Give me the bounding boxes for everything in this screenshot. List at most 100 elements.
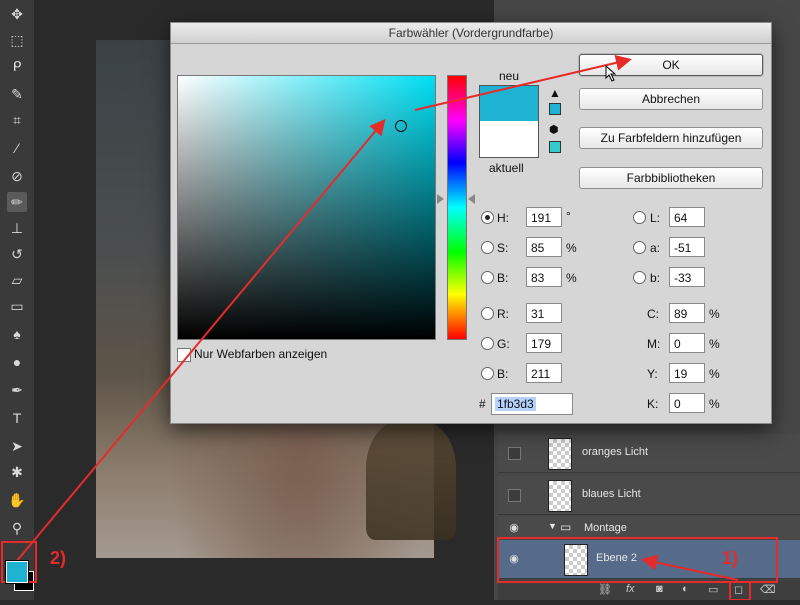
quick-selection-tool-icon[interactable]: ✎ [7,84,27,104]
gradient-tool-icon[interactable]: ▭ [7,296,27,316]
layer-row-oranges-licht[interactable]: oranges Licht [498,434,800,473]
blue-input[interactable]: 211 [526,363,562,383]
red-label: R: [497,307,509,321]
blur-tool-icon[interactable]: ♠ [7,324,27,344]
layer-group-montage[interactable]: ◉ ▼ ▭ Montage [498,517,800,539]
green-radio[interactable] [481,337,494,350]
brightness-input[interactable]: 83 [526,267,562,287]
custom-shape-tool-icon[interactable]: ✱ [7,462,27,482]
add-to-swatches-button[interactable]: Zu Farbfeldern hinzufügen [579,127,763,149]
brush-tool-icon[interactable]: ✏ [7,192,27,212]
eye-icon[interactable]: ◉ [508,553,520,565]
lab-a-radio[interactable] [633,241,646,254]
warning-triangle-icon[interactable]: ▲ [549,87,561,99]
blue-radio[interactable] [481,367,494,380]
layers-bottom-bar: ⛓ fx ◙ ◐ ▭ ◻ ⌫ [498,580,800,600]
path-selection-tool-icon[interactable]: ➤ [7,436,27,456]
layer-visibility-toggle[interactable] [508,447,521,460]
ok-button[interactable]: OK [579,54,763,76]
fx-icon[interactable]: fx [626,583,635,595]
saturation-input[interactable]: 85 [526,237,562,257]
chevron-down-icon[interactable]: ▼ [548,521,557,531]
foreground-color-swatch[interactable] [6,561,28,583]
cyan-input[interactable]: 89 [669,303,705,323]
red-input[interactable]: 31 [526,303,562,323]
group-name: Montage [584,522,627,534]
layer-visibility-toggle[interactable] [508,489,521,502]
healing-brush-tool-icon[interactable]: ⊘ [7,166,27,186]
photo-figure [366,420,456,540]
layer-thumbnail [564,544,588,576]
folder-icon[interactable]: ▭ [708,583,718,596]
crop-tool-icon[interactable]: ⌗ [7,110,27,130]
marquee-tool-icon[interactable]: ⬚ [7,30,27,50]
trash-icon[interactable]: ⌫ [760,583,776,596]
eraser-tool-icon[interactable]: ▱ [7,270,27,290]
hue-slider-right-handle[interactable] [468,194,475,204]
cube-icon[interactable]: ⬢ [549,124,561,136]
lab-l-input[interactable]: 64 [669,207,705,227]
preview-new-color [479,85,539,122]
hue-radio[interactable] [481,211,494,224]
lab-a-input[interactable]: -51 [669,237,705,257]
cancel-button[interactable]: Abbrechen [579,88,763,110]
saturation-label: S: [497,241,509,255]
hue-input[interactable]: 191 [526,207,562,227]
hand-tool-icon[interactable]: ✋ [7,490,27,510]
preview-current-color[interactable] [479,121,539,158]
red-radio[interactable] [481,307,494,320]
websafe-swatch[interactable] [549,141,561,153]
saturation-radio[interactable] [481,241,494,254]
lab-b-radio[interactable] [633,271,646,284]
color-libraries-button[interactable]: Farbbibliotheken [579,167,763,189]
gamut-warning-swatch[interactable] [549,103,561,115]
yellow-unit: % [709,367,720,381]
move-tool-icon[interactable]: ✥ [7,4,27,24]
lab-b-input[interactable]: -33 [669,267,705,287]
pen-tool-icon[interactable]: ✒ [7,380,27,400]
saturation-unit: % [566,241,577,255]
yellow-label: Y: [647,367,658,381]
dialog-title: Farbwähler (Vordergrundfarbe) [171,23,771,44]
magenta-unit: % [709,337,720,351]
hue-slider[interactable] [447,75,467,340]
lab-l-radio[interactable] [633,211,646,224]
cyan-label: C: [647,307,659,321]
stamp-tool-icon[interactable]: ⊥ [7,218,27,238]
lab-a-label: a: [650,241,661,255]
adjustment-icon[interactable]: ◐ [682,583,689,595]
history-brush-tool-icon[interactable]: ↺ [7,244,27,264]
lasso-tool-icon[interactable]: ᑭ [7,56,27,76]
tools-panel: ✥ ⬚ ᑭ ✎ ⌗ ⁄ ⊘ ✏ ⊥ ↺ ▱ ▭ ♠ ● ✒ T ➤ ✱ ✋ ⚲ [0,0,35,600]
zoom-tool-icon[interactable]: ⚲ [7,518,27,538]
color-field-cursor[interactable] [395,120,407,132]
web-colors-checkbox[interactable] [177,348,191,362]
brightness-radio[interactable] [481,271,494,284]
layer-row-blaues-licht[interactable]: blaues Licht [498,476,800,515]
link-icon[interactable]: ⛓ [598,583,612,596]
layer-thumbnail [548,480,572,512]
dodge-tool-icon[interactable]: ● [7,352,27,372]
hue-slider-left-handle[interactable] [437,194,444,204]
layer-name: Ebene 2 [596,552,637,564]
type-tool-icon[interactable]: T [7,408,27,428]
hue-label: H: [497,211,509,225]
green-input[interactable]: 179 [526,333,562,353]
cyan-unit: % [709,307,720,321]
black-input[interactable]: 0 [669,393,705,413]
layer-name: blaues Licht [582,488,641,500]
layer-row-ebene-2[interactable]: ◉ Ebene 2 [498,540,800,579]
yellow-input[interactable]: 19 [669,363,705,383]
color-picker-dialog: Farbwähler (Vordergrundfarbe) neu aktuel… [170,22,772,424]
blue-label: B: [497,367,509,381]
magenta-input[interactable]: 0 [669,333,705,353]
mask-icon[interactable]: ◙ [656,583,663,595]
color-field[interactable] [177,75,436,340]
new-layer-icon[interactable]: ◻ [734,583,743,596]
eye-icon[interactable]: ◉ [508,522,520,534]
black-label: K: [647,397,659,411]
black-unit: % [709,397,720,411]
lab-b-label: b: [650,271,661,285]
hex-input[interactable]: 1fb3d3 [491,393,573,415]
eyedropper-tool-icon[interactable]: ⁄ [7,138,27,158]
